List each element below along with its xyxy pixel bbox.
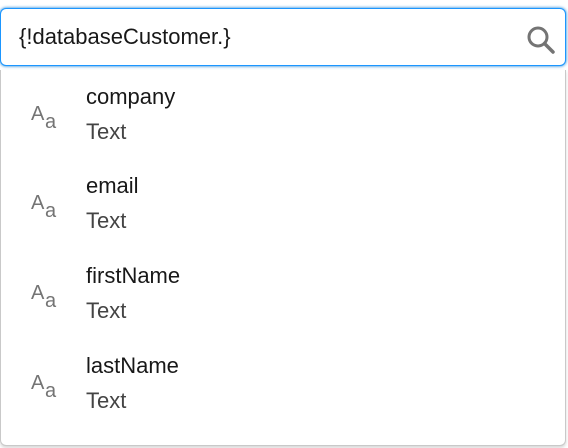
list-item-firstname[interactable]: Aa firstName Text [1, 249, 565, 337]
field-type: Text [86, 119, 127, 144]
text-type-icon: Aa [31, 103, 57, 133]
list-item-company[interactable]: Aa company Text [1, 70, 565, 158]
search-combobox[interactable] [0, 8, 566, 66]
field-type: Text [86, 298, 127, 323]
field-type: Text [86, 208, 127, 233]
field-type: Text [86, 388, 127, 413]
field-name: company [86, 84, 176, 109]
text-type-icon: Aa [31, 192, 57, 222]
search-input[interactable] [19, 9, 499, 65]
list-item-email[interactable]: Aa email Text [1, 159, 565, 247]
text-type-icon: Aa [31, 372, 57, 402]
field-name: email [86, 173, 139, 198]
field-name: lastName [86, 353, 179, 378]
text-type-icon: Aa [31, 282, 57, 312]
field-name: firstName [86, 263, 181, 288]
results-listbox: Aa company Text Aa email Text Aa firstNa… [0, 70, 566, 446]
list-item-lastname[interactable]: Aa lastName Text [1, 339, 565, 427]
search-icon[interactable] [525, 24, 557, 56]
